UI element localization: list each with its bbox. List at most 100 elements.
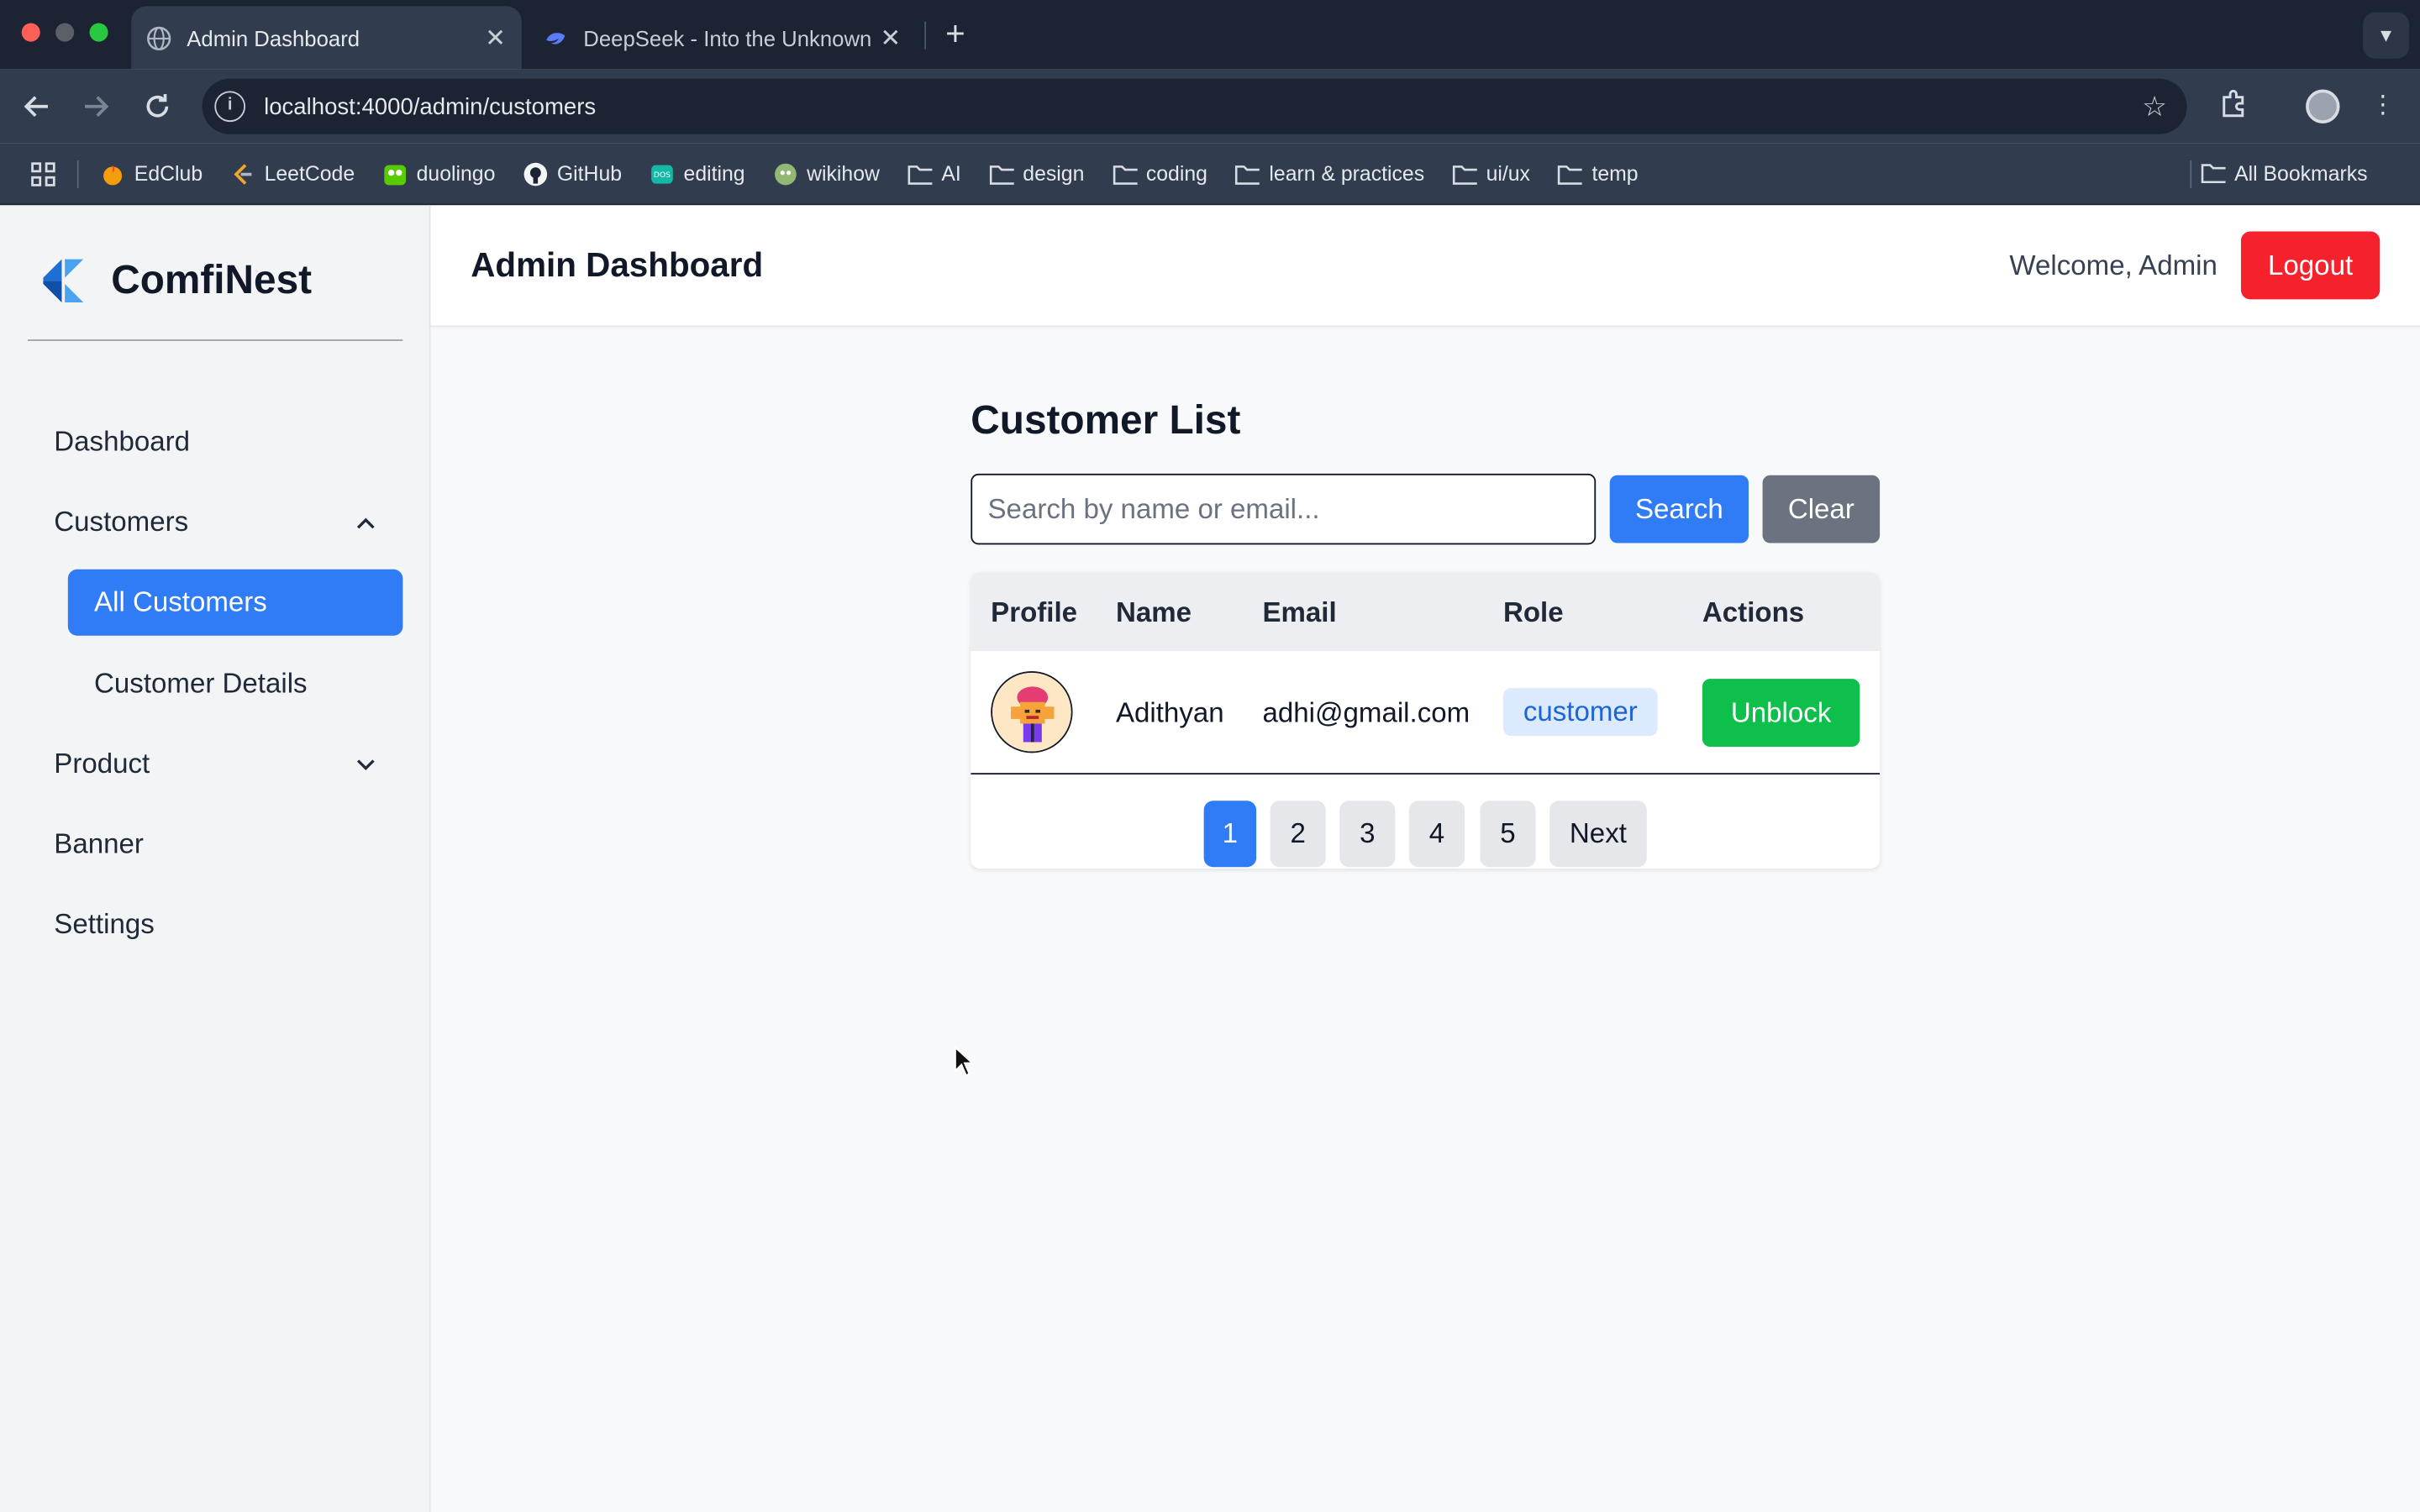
next-page-button[interactable]: Next bbox=[1549, 801, 1647, 868]
table-header: Profile Name Email Role Actions bbox=[971, 572, 1881, 652]
leetcode-icon bbox=[230, 161, 255, 186]
browser-tab-strip: Admin Dashboard ✕ DeepSeek - Into the Un… bbox=[0, 0, 2420, 70]
window-minimize-button[interactable] bbox=[55, 23, 75, 42]
folder-icon bbox=[989, 161, 1014, 186]
folder-icon bbox=[1452, 161, 1477, 186]
column-header-name: Name bbox=[1115, 596, 1192, 628]
folder-icon bbox=[908, 161, 933, 186]
clear-button[interactable]: Clear bbox=[1762, 475, 1881, 543]
tab-close-icon[interactable]: ✕ bbox=[478, 23, 512, 54]
sidebar-item-label: Customers bbox=[54, 506, 189, 538]
comfinest-logo-icon bbox=[40, 257, 87, 303]
site-info-icon[interactable]: i bbox=[214, 91, 246, 123]
bookmark-folder-ai[interactable]: AI bbox=[908, 161, 961, 186]
url-text[interactable]: localhost:4000/admin/customers bbox=[264, 93, 2131, 119]
sidebar-item-dashboard[interactable]: Dashboard bbox=[54, 426, 378, 459]
chevron-up-icon[interactable] bbox=[354, 510, 378, 534]
sidebar-item-banner[interactable]: Banner bbox=[54, 828, 378, 861]
sidebar-item-customer-details[interactable]: Customer Details bbox=[68, 651, 403, 717]
window-zoom-button[interactable] bbox=[89, 23, 108, 42]
folder-icon bbox=[2201, 160, 2226, 185]
avatar bbox=[991, 670, 1073, 753]
bookmarks-bar: EdClub LeetCode duolingo GitHub DOS edit… bbox=[0, 143, 2420, 206]
all-bookmarks[interactable]: All Bookmarks bbox=[2201, 160, 2368, 185]
chevron-down-icon[interactable] bbox=[354, 752, 378, 776]
search-button[interactable]: Search bbox=[1609, 475, 1749, 543]
address-bar[interactable]: i localhost:4000/admin/customers ☆ bbox=[202, 78, 2187, 134]
bookmark-label: LeetCode bbox=[264, 161, 355, 186]
profile-avatar-icon[interactable] bbox=[2306, 89, 2340, 123]
brand[interactable]: ComfiNest bbox=[40, 256, 312, 304]
back-arrow-icon[interactable] bbox=[18, 88, 55, 125]
all-bookmarks-label: All Bookmarks bbox=[2234, 160, 2368, 185]
sidebar-divider bbox=[28, 339, 403, 341]
bookmark-github[interactable]: GitHub bbox=[523, 161, 622, 186]
app-header: Admin Dashboard Welcome, Admin Logout bbox=[430, 205, 2420, 328]
sidebar-item-customers[interactable]: Customers bbox=[54, 506, 378, 538]
tab-separator bbox=[924, 21, 927, 50]
page-button-2[interactable]: 2 bbox=[1270, 801, 1326, 868]
screen: Admin Dashboard ✕ DeepSeek - Into the Un… bbox=[0, 0, 2420, 1512]
sidebar-item-settings[interactable]: Settings bbox=[54, 909, 378, 942]
duolingo-owl-icon bbox=[382, 161, 407, 186]
kebab-menu-icon[interactable]: ⋮ bbox=[2365, 88, 2402, 125]
bookmark-star-icon[interactable]: ☆ bbox=[2132, 90, 2178, 123]
editing-icon: DOS bbox=[650, 161, 674, 186]
unblock-button[interactable]: Unblock bbox=[1702, 679, 1860, 747]
column-header-profile: Profile bbox=[991, 596, 1078, 628]
reload-icon[interactable] bbox=[139, 88, 176, 125]
page-title: Admin Dashboard bbox=[471, 245, 764, 284]
column-header-role: Role bbox=[1502, 596, 1564, 628]
bookmark-editing[interactable]: DOS editing bbox=[650, 161, 745, 186]
tab-admin-dashboard[interactable]: Admin Dashboard ✕ bbox=[131, 6, 522, 70]
page-button-5[interactable]: 5 bbox=[1480, 801, 1536, 868]
edclub-icon bbox=[100, 161, 124, 186]
role-badge: customer bbox=[1502, 688, 1658, 737]
new-tab-icon[interactable]: + bbox=[937, 13, 974, 55]
folder-icon bbox=[1112, 161, 1137, 186]
page-button-1[interactable]: 1 bbox=[1203, 801, 1257, 868]
customer-email: adhi@gmail.com bbox=[1262, 697, 1470, 728]
tab-search-chevron-icon[interactable]: ▼ bbox=[2363, 12, 2410, 59]
column-header-actions: Actions bbox=[1702, 596, 1805, 628]
bookmark-leetcode[interactable]: LeetCode bbox=[230, 161, 355, 186]
bookmark-edclub[interactable]: EdClub bbox=[100, 161, 203, 186]
logout-button[interactable]: Logout bbox=[2240, 231, 2381, 300]
bookmark-duolingo[interactable]: duolingo bbox=[382, 161, 495, 186]
page-button-4[interactable]: 4 bbox=[1408, 801, 1465, 868]
customer-list-title: Customer List bbox=[971, 396, 1241, 444]
bookmark-folder-coding[interactable]: coding bbox=[1112, 161, 1207, 186]
bookmark-label: temp bbox=[1591, 161, 1639, 186]
sidebar-item-label: Settings bbox=[54, 908, 155, 940]
bookmarks-divider bbox=[2190, 160, 2192, 189]
tab-title: DeepSeek - Into the Unknown bbox=[583, 25, 872, 50]
table-row: Adithyan adhi@gmail.com customer Unblock bbox=[971, 651, 1881, 775]
forward-arrow-icon[interactable] bbox=[77, 88, 114, 125]
sidebar-item-all-customers[interactable]: All Customers bbox=[67, 569, 403, 636]
avatar-icon bbox=[992, 672, 1071, 752]
svg-text:DOS: DOS bbox=[654, 170, 671, 179]
bookmark-folder-uiux[interactable]: ui/ux bbox=[1452, 161, 1530, 186]
github-icon bbox=[523, 161, 547, 186]
extensions-puzzle-icon[interactable] bbox=[2215, 88, 2252, 125]
tab-deepseek[interactable]: DeepSeek - Into the Unknown ✕ bbox=[531, 6, 917, 69]
page-button-3[interactable]: 3 bbox=[1339, 801, 1396, 868]
bookmark-folder-learn[interactable]: learn & practices bbox=[1235, 161, 1424, 186]
sidebar: ComfiNest Dashboard Customers All Custom… bbox=[0, 205, 431, 1512]
apps-grid-icon[interactable] bbox=[31, 161, 55, 186]
welcome-text: Welcome, Admin bbox=[2009, 249, 2217, 281]
tab-close-icon[interactable]: ✕ bbox=[874, 23, 908, 54]
bookmark-folder-temp[interactable]: temp bbox=[1558, 161, 1639, 186]
globe-icon bbox=[146, 25, 171, 50]
sidebar-item-label: Dashboard bbox=[54, 425, 191, 457]
bookmark-folder-design[interactable]: design bbox=[989, 161, 1085, 186]
mouse-pointer-icon bbox=[954, 1046, 976, 1077]
bookmark-wikihow[interactable]: wikihow bbox=[773, 161, 880, 186]
window-close-button[interactable] bbox=[21, 23, 40, 42]
sidebar-item-product[interactable]: Product bbox=[54, 748, 378, 781]
bookmarks-divider bbox=[76, 160, 79, 188]
sidebar-item-label: Banner bbox=[54, 828, 144, 860]
tab-title: Admin Dashboard bbox=[187, 25, 360, 50]
bookmark-label: design bbox=[1023, 161, 1085, 186]
search-input[interactable] bbox=[971, 473, 1597, 545]
